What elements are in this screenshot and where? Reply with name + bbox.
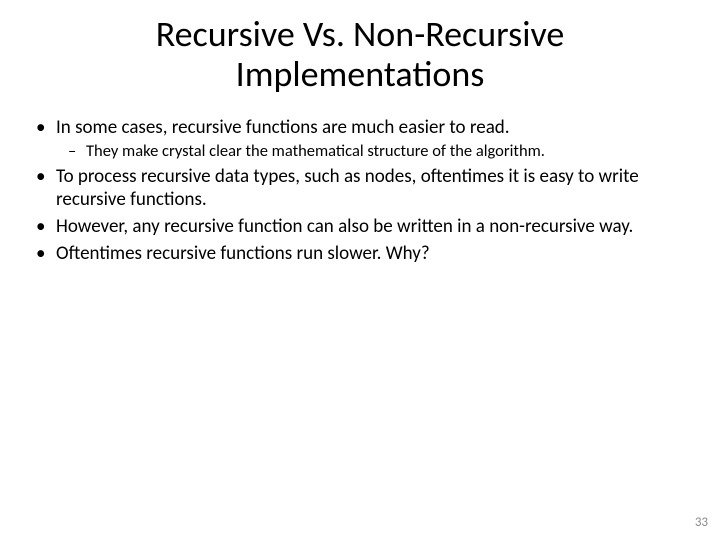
slide: Recursive Vs. Non-Recursive Implementati… bbox=[0, 0, 720, 540]
bullet-item: In some cases, recursive functions are m… bbox=[26, 117, 694, 163]
bullet-item: However, any recursive function can also… bbox=[26, 216, 694, 239]
bullet-item: Oftentimes recursive functions run slowe… bbox=[26, 243, 694, 266]
bullet-item: To process recursive data types, such as… bbox=[26, 166, 694, 212]
bullet-text: Oftentimes recursive functions run slowe… bbox=[56, 242, 430, 265]
bullet-text: In some cases, recursive functions are m… bbox=[56, 116, 510, 139]
sub-bullet-text: They make crystal clear the mathematical… bbox=[86, 141, 545, 161]
bullet-list: In some cases, recursive functions are m… bbox=[26, 117, 694, 266]
bullet-text: To process recursive data types, such as… bbox=[56, 165, 639, 211]
slide-title: Recursive Vs. Non-Recursive Implementati… bbox=[66, 14, 654, 95]
bullet-text: However, any recursive function can also… bbox=[56, 215, 633, 238]
sub-bullet-item: They make crystal clear the mathematical… bbox=[56, 142, 694, 162]
sub-bullet-list: They make crystal clear the mathematical… bbox=[56, 142, 694, 162]
slide-body: In some cases, recursive functions are m… bbox=[26, 117, 694, 266]
page-number: 33 bbox=[695, 515, 708, 530]
